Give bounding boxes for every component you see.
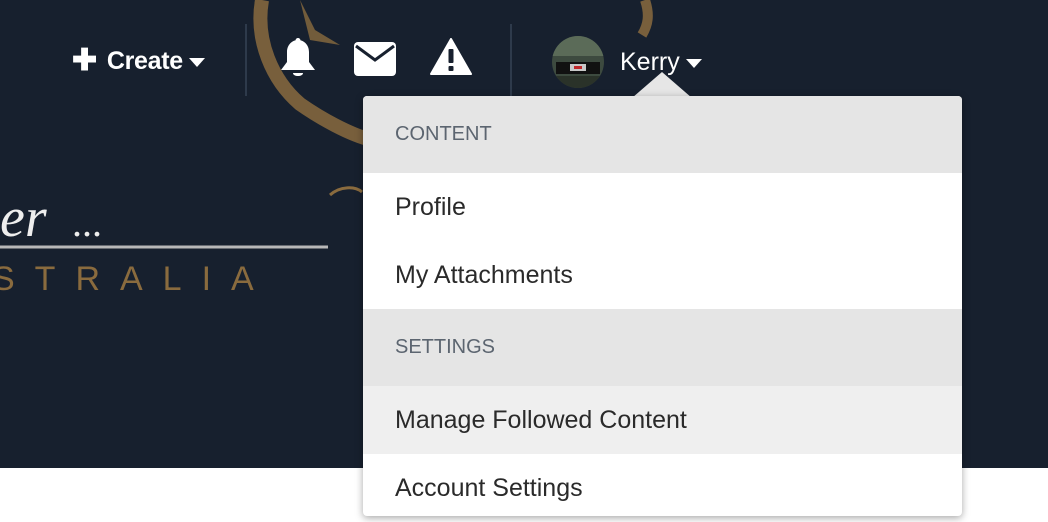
menu-item-my-attachments[interactable]: My Attachments (363, 241, 962, 309)
plus-icon: ✚ (72, 44, 97, 77)
warning-icon[interactable] (430, 38, 472, 76)
divider (245, 24, 247, 96)
user-dropdown-menu: CONTENT Profile My Attachments SETTINGS … (363, 96, 962, 516)
menu-item-account-settings[interactable]: Account Settings (363, 454, 962, 522)
svg-text:STRALIA: STRALIA (0, 260, 274, 298)
create-label: Create (106, 46, 183, 75)
section-heading-content: CONTENT (363, 96, 962, 173)
bell-icon[interactable] (278, 38, 318, 80)
create-button[interactable]: ✚ Create (72, 44, 205, 78)
menu-item-profile[interactable]: Profile (363, 173, 962, 241)
chevron-down-icon (188, 57, 205, 67)
envelope-icon[interactable] (354, 42, 396, 76)
section-heading-settings: SETTINGS (363, 309, 962, 386)
svg-text:er: er (0, 187, 47, 249)
dropdown-arrow (632, 72, 692, 98)
avatar (552, 36, 604, 88)
divider (510, 24, 512, 96)
svg-text:...: ... (72, 200, 102, 245)
chevron-down-icon (685, 58, 702, 68)
menu-item-manage-followed-content[interactable]: Manage Followed Content (363, 386, 962, 454)
